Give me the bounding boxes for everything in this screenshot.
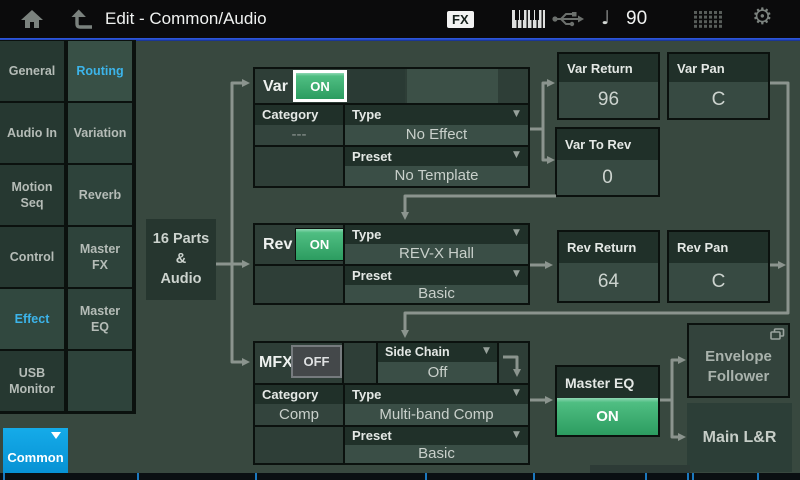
- chevron-down-icon: ▼: [513, 229, 520, 238]
- variation-block: Var ON Category --- Type ▼ No Effect Pre…: [253, 67, 530, 188]
- fx-indicator[interactable]: FX: [447, 11, 474, 28]
- settings-gear-icon[interactable]: ⚙: [752, 4, 773, 30]
- strip-tick: [687, 473, 689, 480]
- rev-preset-value[interactable]: Basic: [345, 285, 528, 303]
- tab-reverb[interactable]: Reverb: [68, 165, 132, 225]
- sidebar-item-audio-in[interactable]: Audio In: [0, 103, 64, 163]
- home-icon[interactable]: [20, 9, 44, 29]
- tab-empty: [68, 351, 132, 411]
- sidebar-item-motion-seq[interactable]: Motion Seq: [0, 165, 64, 225]
- chevron-down-icon: ▼: [513, 110, 520, 119]
- var-to-rev-box: Var To Rev 0: [555, 127, 660, 197]
- var-category-value[interactable]: ---: [255, 125, 343, 145]
- mfx-preset-dropdown[interactable]: Preset: [345, 427, 528, 445]
- var-preset-value[interactable]: No Template: [345, 166, 528, 186]
- var-pan-label: Var Pan: [669, 54, 768, 82]
- sidebar-item-usb-monitor[interactable]: USB Monitor: [0, 351, 64, 411]
- chevron-down-icon: ▼: [513, 270, 520, 279]
- chevron-down-icon: ▼: [513, 431, 520, 440]
- mfx-category-header: Category: [255, 385, 343, 404]
- mfx-label: MFX: [259, 354, 293, 372]
- mfx-side-chain-dropdown[interactable]: Side Chain: [378, 343, 497, 362]
- tab-master-eq[interactable]: Master EQ: [68, 289, 132, 349]
- var-type-dropdown[interactable]: Type: [345, 105, 528, 125]
- strip-tick: [137, 473, 139, 480]
- chevron-down-icon: ▼: [513, 151, 520, 160]
- mfx-type-value[interactable]: Multi-band Comp: [345, 404, 528, 425]
- strip-tick: [425, 473, 427, 480]
- rev-pan-label: Rev Pan: [669, 232, 768, 263]
- var-type-value[interactable]: No Effect: [345, 125, 528, 145]
- rev-pan-box: Rev Pan C: [667, 230, 770, 303]
- strip-tick: [645, 473, 647, 480]
- modx-edit-screen: Edit - Common/Audio FX ♩ 90: [0, 0, 800, 480]
- mfx-off-button[interactable]: OFF: [291, 345, 342, 378]
- rev-return-value[interactable]: 64: [559, 263, 658, 301]
- master-eq-label: Master EQ: [557, 367, 658, 398]
- reverb-block: Rev ON Type ▼ REV-X Hall Preset ▼ Basic: [253, 223, 530, 305]
- tempo-note-icon[interactable]: ♩: [601, 7, 610, 29]
- strip-tick: [692, 473, 694, 480]
- var-preset-dropdown[interactable]: Preset: [345, 147, 528, 166]
- var-empty-cell: [407, 69, 498, 103]
- strip-tick: [255, 473, 257, 480]
- main-lr-output: Main L&R: [687, 403, 792, 472]
- usb-icon[interactable]: [551, 10, 585, 28]
- var-label: Var: [263, 78, 288, 96]
- sidebar-item-general[interactable]: General: [0, 41, 64, 101]
- pattern-grid-icon[interactable]: [694, 11, 722, 28]
- rev-on-button[interactable]: ON: [295, 228, 344, 261]
- tab-variation[interactable]: Variation: [68, 103, 132, 163]
- part-selector-dropdown-icon: [51, 432, 61, 439]
- rev-return-label: Rev Return: [559, 232, 658, 263]
- page-title: Edit - Common/Audio: [105, 0, 267, 38]
- rev-type-dropdown[interactable]: Type: [345, 225, 528, 244]
- back-up-icon[interactable]: [70, 8, 94, 30]
- tab-master-fx[interactable]: Master FX: [68, 227, 132, 287]
- rev-label: Rev: [263, 236, 292, 254]
- part-selector-label: Common: [3, 450, 68, 465]
- var-return-label: Var Return: [559, 54, 658, 82]
- bottom-strip: [0, 473, 800, 480]
- tab-routing[interactable]: Routing: [68, 41, 132, 101]
- rev-preset-dropdown[interactable]: Preset: [345, 266, 528, 285]
- sidebar-item-control[interactable]: Control: [0, 227, 64, 287]
- var-on-button[interactable]: ON: [293, 70, 347, 102]
- var-return-box: Var Return 96: [557, 52, 660, 120]
- rev-type-value[interactable]: REV-X Hall: [345, 244, 528, 264]
- master-fx-block: MFX OFF Side Chain ▼ Off Category Comp T…: [253, 341, 530, 465]
- mfx-side-chain-value[interactable]: Off: [378, 362, 497, 383]
- part-selector-common[interactable]: Common: [3, 428, 68, 473]
- strip-tick: [533, 473, 535, 480]
- strip-tick: [757, 473, 759, 480]
- master-eq-box: Master EQ ON: [555, 365, 660, 437]
- popup-window-icon: [770, 328, 785, 340]
- mfx-preset-value[interactable]: Basic: [345, 445, 528, 463]
- var-return-value[interactable]: 96: [559, 82, 658, 118]
- var-to-rev-value[interactable]: 0: [557, 160, 658, 195]
- sidebar-item-effect[interactable]: Effect: [0, 289, 64, 349]
- chevron-down-icon: ▼: [483, 347, 490, 356]
- var-to-rev-label: Var To Rev: [557, 129, 658, 160]
- var-category-header: Category: [255, 105, 343, 125]
- source-16-parts-audio: 16 Parts & Audio: [146, 219, 216, 300]
- strip-tick: [3, 473, 5, 480]
- bottom-shade: [590, 465, 690, 473]
- chevron-down-icon: ▼: [513, 389, 520, 398]
- rev-pan-value[interactable]: C: [669, 263, 768, 301]
- var-empty-cell: [350, 69, 405, 103]
- rev-return-box: Rev Return 64: [557, 230, 660, 303]
- top-bar: Edit - Common/Audio FX ♩ 90: [0, 0, 800, 38]
- var-pan-value[interactable]: C: [669, 82, 768, 118]
- keyboard-icon[interactable]: [512, 10, 545, 29]
- master-eq-on-button[interactable]: ON: [557, 398, 658, 435]
- var-pan-box: Var Pan C: [667, 52, 770, 120]
- mfx-type-dropdown[interactable]: Type: [345, 385, 528, 404]
- tempo-value[interactable]: 90: [626, 8, 647, 30]
- mfx-category-value[interactable]: Comp: [255, 404, 343, 425]
